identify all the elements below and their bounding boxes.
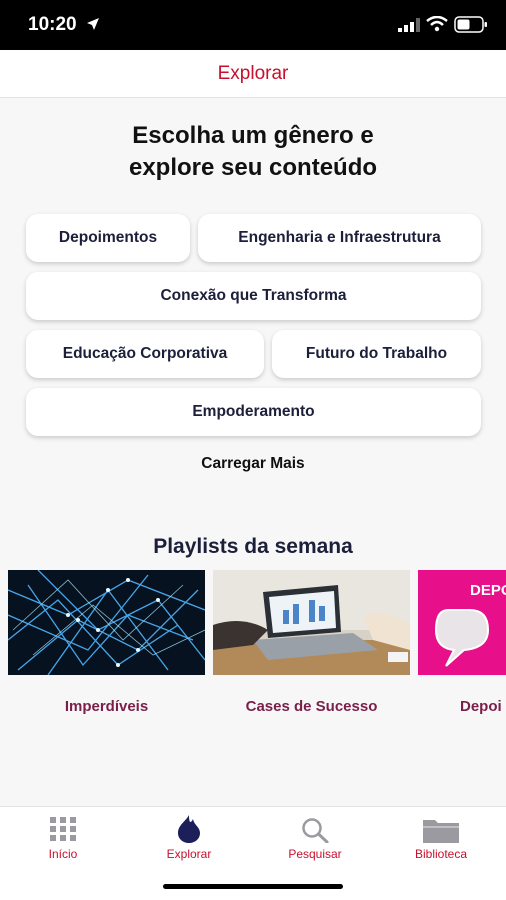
search-icon xyxy=(302,818,329,843)
wifi-icon xyxy=(426,16,448,32)
playlist-label-cases[interactable]: Cases de Sucesso xyxy=(213,698,410,715)
battery-icon xyxy=(454,16,487,33)
page-title: Explorar xyxy=(217,63,289,84)
genre-chip-conexao[interactable]: Conexão que Transforma xyxy=(26,272,481,320)
load-more-button[interactable]: Carregar Mais xyxy=(0,455,506,473)
tab-label-explorar: Explorar xyxy=(166,847,212,861)
playlists-heading: Playlists da semana xyxy=(153,535,353,558)
grid-icon xyxy=(50,817,76,841)
genre-chip-engenharia[interactable]: Engenharia e Infraestrutura xyxy=(198,214,481,262)
tab-biblioteca[interactable]: Biblioteca xyxy=(378,807,504,867)
playlist-thumb-text: DEPOI xyxy=(470,582,506,599)
folder-icon xyxy=(423,820,459,843)
signal-icon xyxy=(398,18,420,32)
playlist-card-depoimentos-thumbnail[interactable]: DEPOI xyxy=(418,570,506,675)
network-image xyxy=(8,570,205,675)
genre-chip-empoderamento[interactable]: Empoderamento xyxy=(26,388,481,436)
status-time: 10:20 xyxy=(28,14,77,35)
status-bar: 10:20 xyxy=(0,0,506,50)
genre-heading-line1: Escolha um gênero e xyxy=(132,122,374,149)
genre-chip-educacao[interactable]: Educação Corporativa xyxy=(26,330,264,378)
genre-heading: Escolha um gênero e explore seu conteúdo xyxy=(0,120,506,184)
tab-label-biblioteca: Biblioteca xyxy=(414,847,468,861)
playlist-card-imperdiveis-thumbnail[interactable] xyxy=(8,570,205,675)
tab-label-pesquisar: Pesquisar xyxy=(288,847,342,861)
genre-heading-line2: explore seu conteúdo xyxy=(128,154,378,181)
playlist-label-imperdiveis[interactable]: Imperdíveis xyxy=(8,698,205,715)
tab-pesquisar[interactable]: Pesquisar xyxy=(252,807,378,867)
laptop-meeting-image xyxy=(213,570,410,675)
tab-inicio[interactable]: Início xyxy=(0,807,126,867)
flame-icon xyxy=(178,815,200,843)
home-indicator xyxy=(163,884,343,889)
tab-label-inicio: Início xyxy=(48,847,78,861)
header: Explorar xyxy=(0,50,506,98)
playlist-card-cases-thumbnail[interactable] xyxy=(213,570,410,675)
genre-chip-futuro[interactable]: Futuro do Trabalho xyxy=(272,330,481,378)
genre-chip-depoimentos[interactable]: Depoimentos xyxy=(26,214,190,262)
playlist-label-depoimentos[interactable]: Depoi xyxy=(460,698,506,715)
tab-explorar[interactable]: Explorar xyxy=(126,807,252,867)
location-arrow-icon xyxy=(87,18,99,30)
